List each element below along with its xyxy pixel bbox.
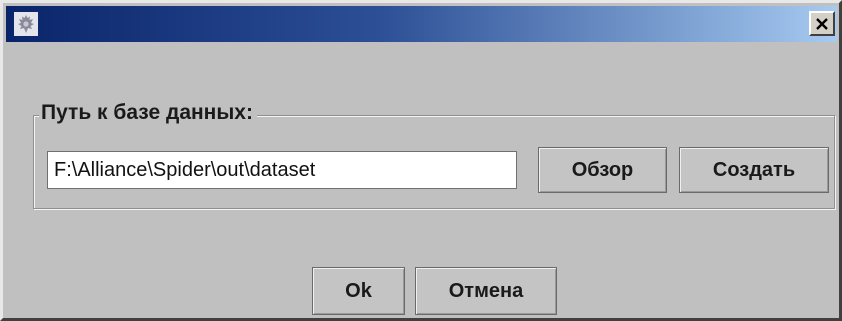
russian-coat-of-arms-icon bbox=[14, 12, 38, 36]
close-icon bbox=[816, 17, 828, 30]
browse-button[interactable]: Обзор bbox=[538, 147, 667, 193]
database-path-input[interactable] bbox=[47, 151, 517, 189]
create-button[interactable]: Создать bbox=[679, 147, 829, 193]
close-button[interactable] bbox=[809, 11, 835, 36]
ok-button[interactable]: Ok bbox=[312, 267, 405, 315]
database-path-label: Путь к базе данных: bbox=[39, 99, 257, 127]
cancel-button[interactable]: Отмена bbox=[415, 267, 557, 315]
database-path-dialog: Путь к базе данных: Обзор Создать Ok Отм… bbox=[0, 0, 842, 321]
title-bar[interactable] bbox=[6, 6, 837, 42]
